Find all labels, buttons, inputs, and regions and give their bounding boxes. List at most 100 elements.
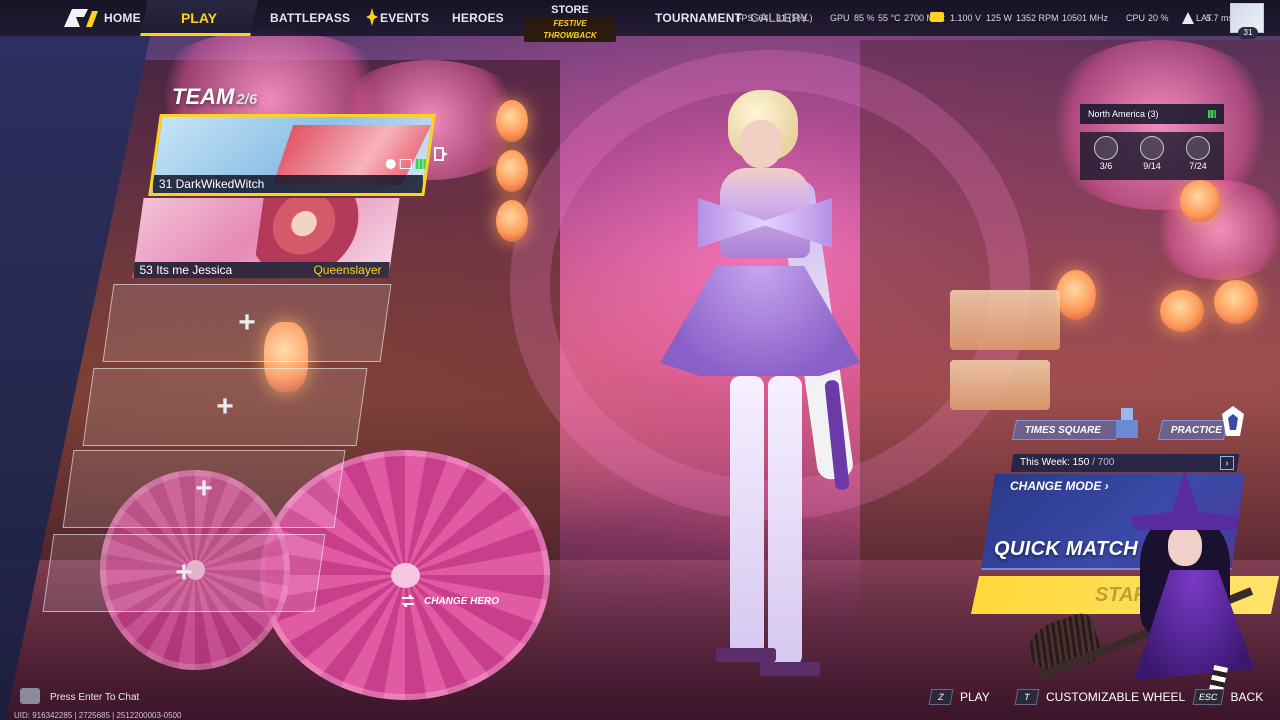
region-signal-icon bbox=[1208, 110, 1216, 118]
team-title: TEAM bbox=[172, 84, 235, 109]
practice-target-icon bbox=[1222, 406, 1244, 436]
member-name: Its me Jessica bbox=[156, 263, 233, 277]
stat-item: 9/14 bbox=[1132, 136, 1172, 173]
mode-witch-art bbox=[1021, 470, 1280, 710]
crossed-swords-icon bbox=[1140, 136, 1164, 160]
empty-team-slot[interactable]: + bbox=[102, 284, 392, 362]
uid-text: UID: 916342285 | 2725685 | 2512200003-05… bbox=[14, 711, 182, 720]
perf-fps-low: 31 (1%L) bbox=[776, 13, 813, 23]
practice-mode-button[interactable]: PRACTICE bbox=[1157, 420, 1229, 440]
hotkey-label: PLAY bbox=[960, 690, 990, 704]
change-hero-button[interactable]: CHANGE HERO bbox=[400, 592, 499, 610]
store-event-badge: FESTIVE THROWBACK bbox=[524, 18, 616, 42]
times-square-mode-button[interactable]: TIMES SQUARE bbox=[1011, 420, 1121, 440]
nav-home[interactable]: HOME bbox=[104, 0, 141, 36]
game-logo-icon bbox=[64, 9, 98, 27]
hero-sandal bbox=[716, 648, 776, 662]
member-level: 31 bbox=[158, 177, 173, 191]
hotkey-label: CUSTOMIZABLE WHEEL bbox=[1046, 690, 1186, 704]
nav-store[interactable]: STORE FESTIVE THROWBACK bbox=[524, 2, 616, 42]
perf-gpu-fan: 1352 RPM bbox=[1016, 13, 1059, 23]
chat-bubble-icon[interactable] bbox=[20, 688, 40, 704]
shield-icon bbox=[1094, 136, 1118, 160]
hero-face bbox=[740, 120, 782, 168]
nav-store-label: STORE bbox=[551, 4, 589, 16]
platform-pc-icon bbox=[399, 159, 412, 169]
hotkey-play[interactable]: Z PLAY bbox=[928, 688, 990, 706]
stat-item: 7/24 bbox=[1178, 136, 1218, 173]
lantern bbox=[496, 100, 528, 142]
weekly-current: 150 bbox=[1072, 457, 1090, 468]
member-title-badge: Queenslayer bbox=[313, 263, 382, 277]
events-sparkle-icon bbox=[366, 8, 378, 26]
add-member-icon: + bbox=[216, 390, 234, 423]
lantern bbox=[496, 150, 528, 192]
empty-team-slot[interactable]: + bbox=[82, 368, 368, 446]
latency-icon bbox=[1182, 12, 1194, 24]
region-selector[interactable]: North America (3) bbox=[1080, 104, 1224, 124]
skyscraper-icon bbox=[1116, 408, 1138, 438]
region-label: North America (3) bbox=[1088, 109, 1159, 119]
shop-sign bbox=[950, 290, 1060, 350]
weekly-chevron-right-icon[interactable]: › bbox=[1220, 456, 1234, 470]
add-member-icon: + bbox=[175, 556, 193, 589]
lantern bbox=[1160, 290, 1204, 332]
team-member-label: 53 Its me Jessica Queenslayer bbox=[133, 262, 390, 278]
team-header: TEAM 2/6 bbox=[172, 84, 257, 110]
key-z: Z bbox=[928, 689, 954, 705]
hero-skirt bbox=[660, 266, 860, 376]
weekly-label: This Week: bbox=[1020, 457, 1070, 468]
key-t: T bbox=[1014, 689, 1040, 705]
status-icons bbox=[385, 159, 426, 169]
witch-hat bbox=[1130, 470, 1240, 530]
perf-cpu-label: CPU bbox=[1126, 13, 1146, 23]
nav-battlepass[interactable]: BATTLEPASS bbox=[270, 0, 350, 36]
perf-gpu-usage: 85 % bbox=[854, 13, 875, 23]
member-level: 53 bbox=[139, 263, 153, 277]
leave-team-icon[interactable] bbox=[434, 146, 450, 162]
witch-face bbox=[1168, 526, 1202, 566]
stat-value: 3/6 bbox=[1099, 161, 1113, 171]
hotkey-customizable-wheel[interactable]: T CUSTOMIZABLE WHEEL bbox=[1014, 688, 1186, 706]
team-member-card[interactable]: 31 DarkWikedWitch bbox=[148, 114, 436, 196]
team-count: 2/6 bbox=[236, 91, 258, 108]
team-member-card[interactable]: 53 Its me Jessica Queenslayer bbox=[132, 198, 400, 278]
trophy-icon bbox=[1186, 136, 1210, 160]
swap-arrows-icon bbox=[401, 595, 415, 607]
add-member-icon: + bbox=[238, 306, 256, 339]
voice-chat-icon bbox=[385, 159, 396, 169]
practice-label: PRACTICE bbox=[1170, 425, 1222, 436]
stat-value: 9/14 bbox=[1143, 161, 1161, 171]
perf-gpu-power: 125 W bbox=[986, 13, 1013, 23]
perf-fps: FPS: 64 bbox=[736, 13, 769, 23]
add-member-icon: + bbox=[195, 472, 213, 505]
change-hero-label: CHANGE HERO bbox=[424, 595, 500, 607]
empty-team-slot[interactable]: + bbox=[62, 450, 346, 528]
perf-cpu-usage: 20 % bbox=[1148, 13, 1169, 23]
hero-leg bbox=[730, 376, 764, 656]
mission-stats: 3/6 9/14 7/24 bbox=[1080, 132, 1224, 180]
hero-character bbox=[640, 80, 870, 690]
lantern bbox=[1180, 180, 1220, 222]
nav-play[interactable]: PLAY bbox=[140, 0, 258, 36]
hero-sandal bbox=[760, 662, 820, 676]
key-esc: ESC bbox=[1192, 689, 1224, 705]
player-banner-art bbox=[254, 198, 374, 262]
hotkey-back[interactable]: ESC BACK bbox=[1192, 688, 1263, 706]
member-name: DarkWikedWitch bbox=[175, 177, 265, 191]
stat-value: 7/24 bbox=[1189, 161, 1207, 171]
nav-tournament[interactable]: TOURNAMENT bbox=[655, 0, 742, 36]
connection-signal-icon bbox=[415, 159, 426, 169]
lantern bbox=[496, 200, 528, 242]
change-mode-label: CHANGE MODE bbox=[1010, 479, 1102, 493]
chat-prompt[interactable]: Press Enter To Chat bbox=[50, 692, 139, 703]
shop-sign bbox=[950, 360, 1050, 410]
empty-team-slot[interactable]: + bbox=[42, 534, 326, 612]
stat-item: 3/6 bbox=[1086, 136, 1126, 173]
hero-leg bbox=[768, 376, 802, 666]
weekly-max: 700 bbox=[1097, 457, 1115, 468]
nav-heroes[interactable]: HEROES bbox=[452, 0, 504, 36]
perf-lat-value: 5.7 ms bbox=[1206, 13, 1234, 23]
nav-events[interactable]: EVENTS bbox=[380, 0, 429, 36]
perf-gpu-label: GPU bbox=[830, 13, 850, 23]
